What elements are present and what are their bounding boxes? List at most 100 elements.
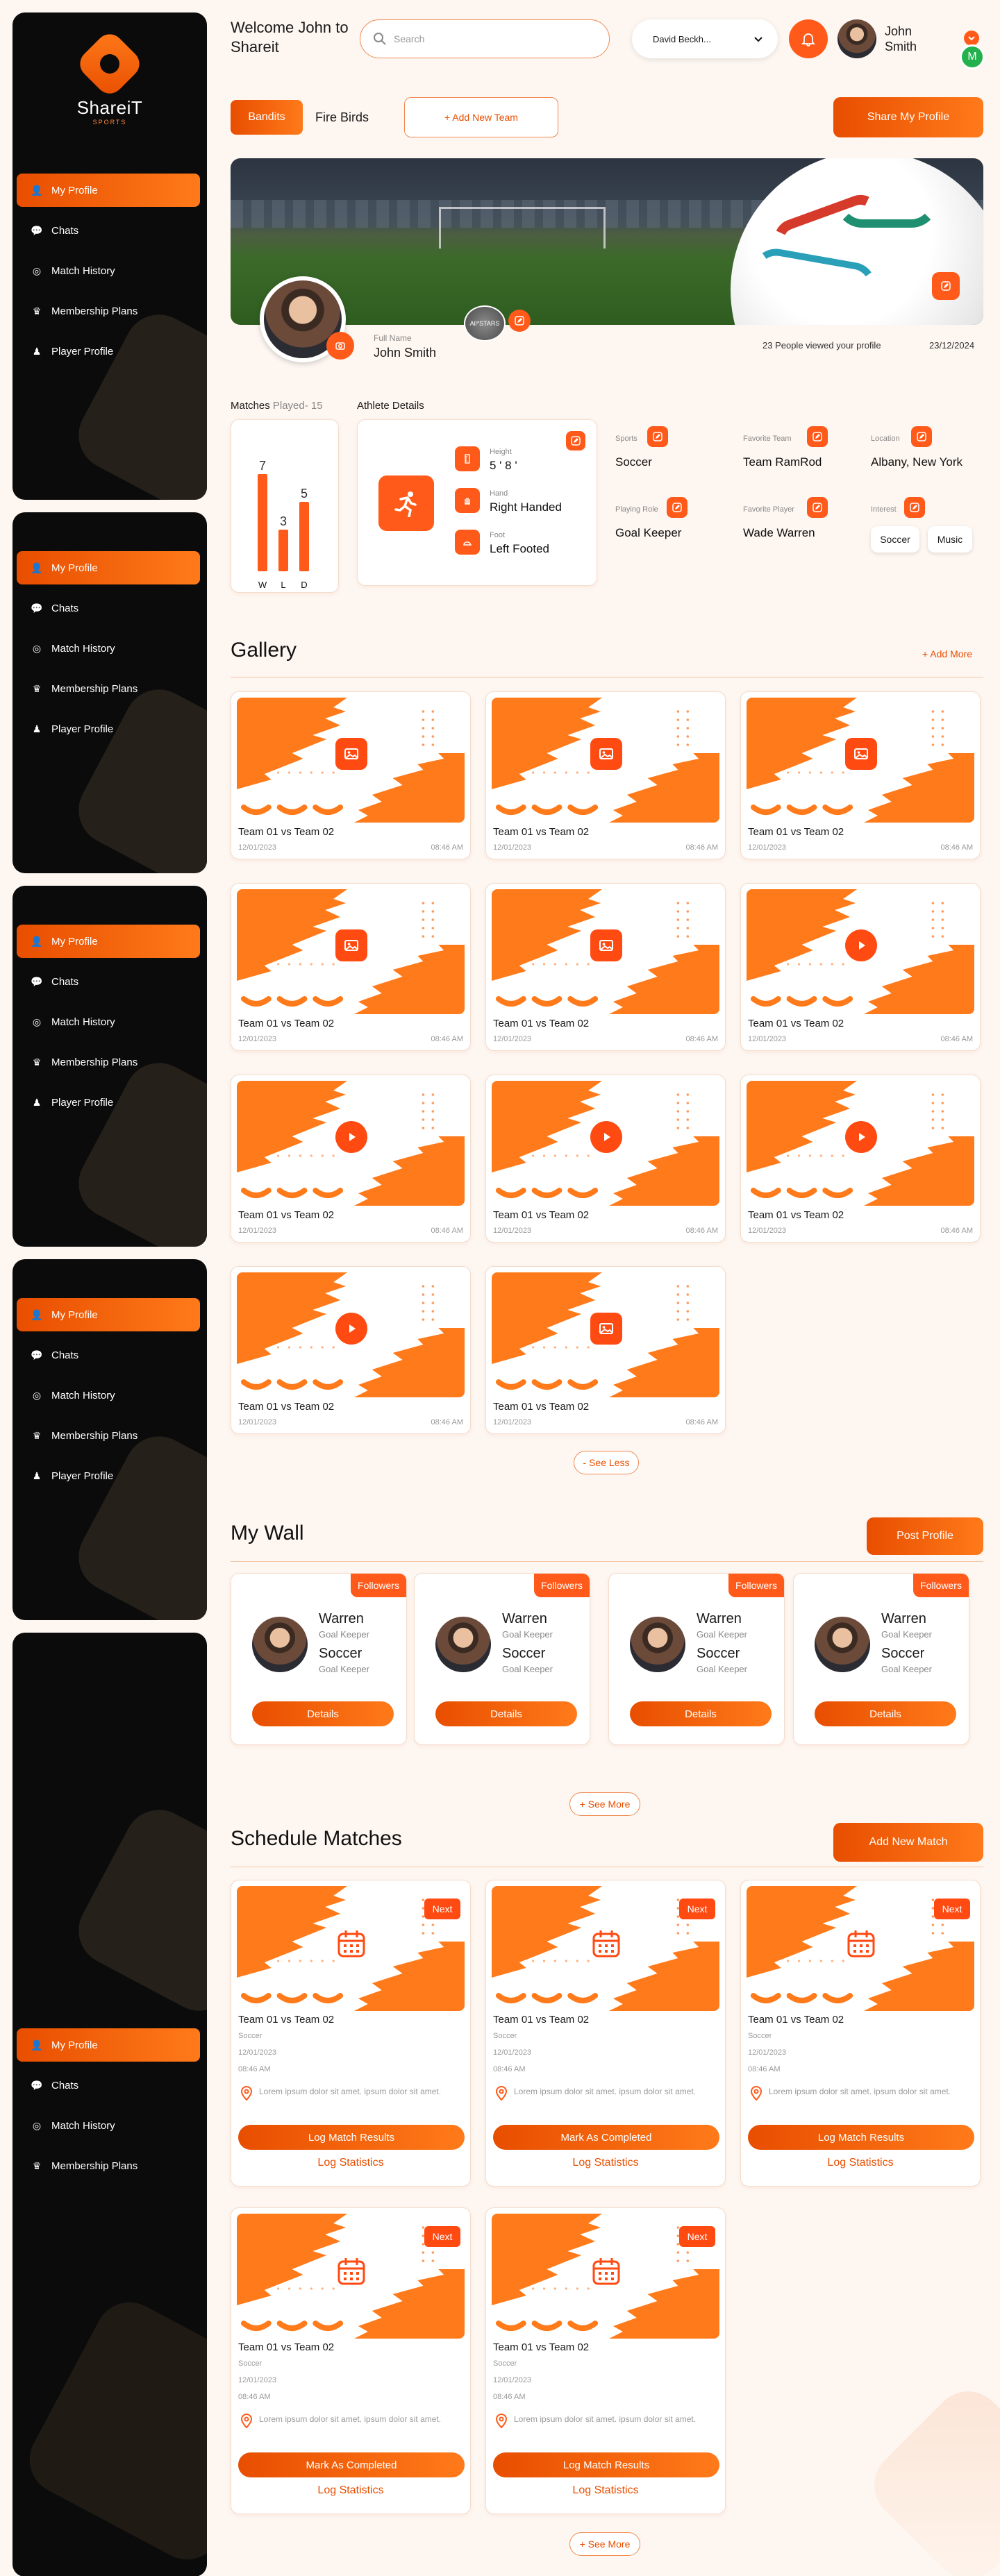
sidebar-item-chats[interactable]: 💬 Chats bbox=[17, 2069, 200, 2102]
crown-icon: ♛ bbox=[32, 1429, 42, 1441]
gallery-item[interactable]: Team 01 vs Team 02 12/01/2023 08:46 AM bbox=[231, 1266, 471, 1434]
sidebar-item-player-profile[interactable]: ♟ Player Profile bbox=[17, 1086, 200, 1119]
sidebar-item-my-profile[interactable]: 👤 My Profile bbox=[17, 174, 200, 207]
gallery-item[interactable]: Team 01 vs Team 02 12/01/2023 08:46 AM bbox=[740, 1075, 981, 1243]
gallery-item-time: 08:46 AM bbox=[940, 843, 973, 852]
schedule-see-more-button[interactable]: + See More bbox=[569, 2532, 640, 2556]
followers-badge[interactable]: Followers bbox=[913, 1574, 969, 1597]
image-icon[interactable] bbox=[335, 738, 367, 770]
schedule-action-button[interactable]: Log Match Results bbox=[238, 2125, 465, 2150]
schedule-action-button[interactable]: Mark As Completed bbox=[238, 2452, 465, 2477]
gallery-item[interactable]: Team 01 vs Team 02 12/01/2023 08:46 AM bbox=[231, 1075, 471, 1243]
play-icon[interactable] bbox=[335, 1313, 367, 1345]
edit-location-button[interactable] bbox=[911, 426, 932, 447]
notification-button[interactable] bbox=[789, 19, 828, 58]
see-less-button[interactable]: - See Less bbox=[574, 1451, 639, 1474]
sidebar-item-player-profile[interactable]: ♟ Player Profile bbox=[17, 1459, 200, 1492]
search-input[interactable]: Search bbox=[360, 19, 610, 58]
schedule-action-button[interactable]: Log Match Results bbox=[748, 2125, 974, 2150]
gallery-item[interactable]: Team 01 vs Team 02 12/01/2023 08:46 AM bbox=[231, 883, 471, 1051]
sidebar-item-chats[interactable]: 💬 Chats bbox=[17, 214, 200, 247]
wall-see-more-button[interactable]: + See More bbox=[569, 1792, 640, 1816]
image-icon[interactable] bbox=[335, 929, 367, 961]
sidebar-item-my-profile[interactable]: 👤 My Profile bbox=[17, 551, 200, 584]
edit-team-button[interactable] bbox=[807, 426, 828, 447]
sidebar-item-chats[interactable]: 💬 Chats bbox=[17, 1338, 200, 1372]
followers-badge[interactable]: Followers bbox=[728, 1574, 784, 1597]
gallery-item-time: 08:46 AM bbox=[685, 843, 718, 852]
edit-athlete-details-button[interactable] bbox=[566, 431, 585, 451]
image-icon[interactable] bbox=[845, 738, 877, 770]
gallery-item[interactable]: Team 01 vs Team 02 12/01/2023 08:46 AM bbox=[740, 691, 981, 859]
sidebar-item-membership-plans[interactable]: ♛ Membership Plans bbox=[17, 672, 200, 705]
play-icon[interactable] bbox=[845, 929, 877, 961]
sidebar-item-player-profile[interactable]: ♟ Player Profile bbox=[17, 712, 200, 746]
share-profile-button[interactable]: Share My Profile bbox=[833, 97, 983, 137]
play-icon[interactable] bbox=[590, 1121, 622, 1153]
followers-badge[interactable]: Followers bbox=[351, 1574, 406, 1597]
image-icon[interactable] bbox=[590, 738, 622, 770]
user-avatar[interactable] bbox=[838, 19, 876, 58]
account-select[interactable]: David Beckh... bbox=[632, 19, 778, 58]
image-icon[interactable] bbox=[590, 929, 622, 961]
play-icon[interactable] bbox=[845, 1121, 877, 1153]
gallery-item[interactable]: Team 01 vs Team 02 12/01/2023 08:46 AM bbox=[485, 1266, 726, 1434]
sidebar-item-my-profile[interactable]: 👤 My Profile bbox=[17, 2028, 200, 2062]
sidebar-item-match-history[interactable]: ◎ Match History bbox=[17, 254, 200, 287]
sidebar-item-match-history[interactable]: ◎ Match History bbox=[17, 2109, 200, 2142]
sidebar-item-chats[interactable]: 💬 Chats bbox=[17, 965, 200, 998]
sidebar-item-match-history[interactable]: ◎ Match History bbox=[17, 1005, 200, 1038]
details-button[interactable]: Details bbox=[435, 1701, 577, 1726]
sidebar-item-membership-plans[interactable]: ♛ Membership Plans bbox=[17, 1045, 200, 1079]
interest-chip[interactable]: Soccer bbox=[871, 526, 919, 553]
edit-role-button[interactable] bbox=[667, 497, 688, 518]
sidebar-item-player-profile[interactable]: ♟ Player Profile bbox=[17, 335, 200, 368]
sidebar-item-membership-plans[interactable]: ♛ Membership Plans bbox=[17, 294, 200, 328]
sidebar-item-label: Chats bbox=[51, 1349, 79, 1361]
tab-fire-birds[interactable]: Fire Birds bbox=[315, 100, 385, 135]
add-match-button[interactable]: Add New Match bbox=[833, 1823, 983, 1862]
log-statistics-link[interactable]: Log Statistics bbox=[231, 2484, 470, 2497]
gallery-item[interactable]: Team 01 vs Team 02 12/01/2023 08:46 AM bbox=[485, 883, 726, 1051]
profile-photo-button[interactable] bbox=[326, 332, 354, 360]
sidebar-item-chats[interactable]: 💬 Chats bbox=[17, 591, 200, 625]
sidebar-item-membership-plans[interactable]: ♛ Membership Plans bbox=[17, 2149, 200, 2182]
tab-bandits[interactable]: Bandits bbox=[231, 100, 303, 135]
gallery-item[interactable]: Team 01 vs Team 02 12/01/2023 08:46 AM bbox=[740, 883, 981, 1051]
gallery-item[interactable]: Team 01 vs Team 02 12/01/2023 08:46 AM bbox=[231, 691, 471, 859]
log-statistics-link[interactable]: Log Statistics bbox=[231, 2157, 470, 2169]
schedule-card: Next Team 01 vs Team 02 Soccer 12/01/2023 08… bbox=[485, 1880, 726, 2187]
schedule-action-button[interactable]: Log Match Results bbox=[493, 2452, 719, 2477]
edit-interest-button[interactable] bbox=[904, 497, 925, 518]
log-statistics-link[interactable]: Log Statistics bbox=[486, 2157, 725, 2169]
log-statistics-link[interactable]: Log Statistics bbox=[741, 2157, 980, 2169]
interest-chip[interactable]: Music bbox=[928, 526, 972, 553]
log-statistics-link[interactable]: Log Statistics bbox=[486, 2484, 725, 2497]
wall-sport: Soccer bbox=[881, 1646, 925, 1661]
wall-card: Followers Warren Goal Keeper Soccer Goal Kee… bbox=[793, 1573, 969, 1745]
app-logo[interactable]: ShareiT SPORTS bbox=[12, 28, 207, 126]
details-button[interactable]: Details bbox=[630, 1701, 772, 1726]
edit-player-button[interactable] bbox=[807, 497, 828, 518]
image-icon[interactable] bbox=[590, 1313, 622, 1345]
schedule-action-button[interactable]: Mark As Completed bbox=[493, 2125, 719, 2150]
sidebar-item-my-profile[interactable]: 👤 My Profile bbox=[17, 925, 200, 958]
user-menu-button[interactable] bbox=[964, 31, 979, 46]
play-icon[interactable] bbox=[335, 1121, 367, 1153]
sidebar-item-match-history[interactable]: ◎ Match History bbox=[17, 1379, 200, 1412]
sidebar-item-match-history[interactable]: ◎ Match History bbox=[17, 632, 200, 665]
gallery-add-more[interactable]: + Add More bbox=[922, 648, 972, 659]
gallery-item-time: 08:46 AM bbox=[685, 1035, 718, 1043]
sidebar-item-membership-plans[interactable]: ♛ Membership Plans bbox=[17, 1419, 200, 1452]
gallery-item[interactable]: Team 01 vs Team 02 12/01/2023 08:46 AM bbox=[485, 1075, 726, 1243]
details-button[interactable]: Details bbox=[252, 1701, 394, 1726]
add-team-button[interactable]: + Add New Team bbox=[404, 97, 558, 137]
post-profile-button[interactable]: Post Profile bbox=[867, 1517, 983, 1555]
gallery-item[interactable]: Team 01 vs Team 02 12/01/2023 08:46 AM bbox=[485, 691, 726, 859]
details-button[interactable]: Details bbox=[815, 1701, 956, 1726]
followers-badge[interactable]: Followers bbox=[534, 1574, 590, 1597]
sidebar-item-my-profile[interactable]: 👤 My Profile bbox=[17, 1298, 200, 1331]
edit-sports-button[interactable] bbox=[647, 426, 668, 447]
edit-cover-button[interactable] bbox=[932, 272, 960, 300]
edit-team-badge-button[interactable] bbox=[508, 310, 531, 332]
